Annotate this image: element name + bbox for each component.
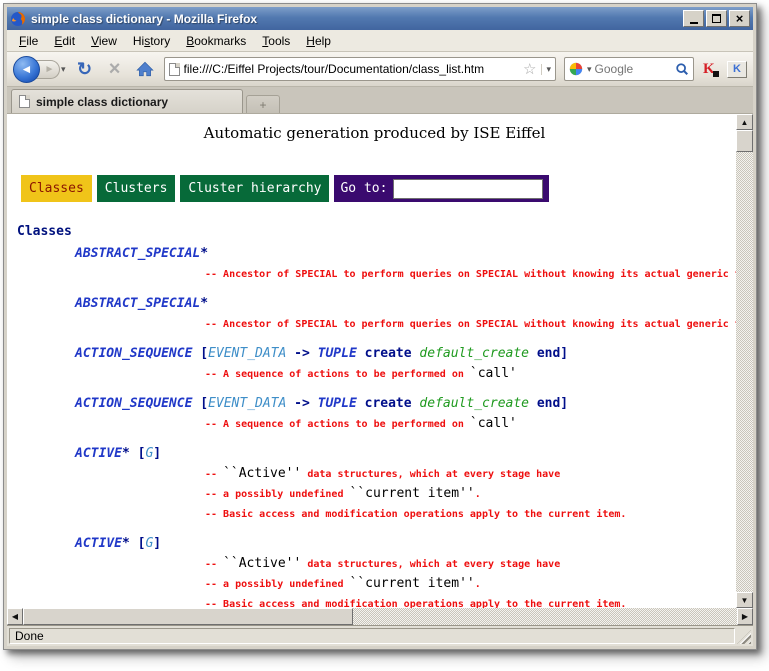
menu-item-history[interactable]: History	[125, 31, 178, 51]
class-comment: -- Ancestor of SPECIAL to perform querie…	[205, 313, 736, 333]
close-button[interactable]: ×	[729, 10, 750, 27]
menu-item-view[interactable]: View	[83, 31, 125, 51]
tab-page-icon	[19, 95, 30, 108]
back-button[interactable]: ◄	[13, 56, 40, 83]
classes-button[interactable]: Classes	[21, 175, 92, 202]
search-box[interactable]: ▾	[564, 57, 694, 81]
class-comment: -- a possibly undefined ``current item''…	[205, 483, 736, 503]
page-nav-row: Classes Clusters Cluster hierarchy Go to…	[21, 175, 549, 202]
vertical-scroll-thumb[interactable]	[736, 130, 753, 152]
minimize-button[interactable]	[683, 10, 704, 27]
goto-box: Go to:	[334, 175, 549, 202]
browser-window: simple class dictionary - Mozilla Firefo…	[3, 3, 757, 650]
back-icon: ◄	[21, 62, 33, 76]
class-entry: ACTION_SEQUENCE [EVENT_DATA -> TUPLE cre…	[13, 395, 736, 433]
class-link[interactable]: ACTIVE* [G]	[75, 445, 736, 463]
cluster-hierarchy-button[interactable]: Cluster hierarchy	[180, 175, 329, 202]
class-entry: ACTION_SEQUENCE [EVENT_DATA -> TUPLE cre…	[13, 345, 736, 383]
section-title-classes: Classes	[17, 224, 736, 239]
goto-label: Go to:	[340, 181, 387, 196]
url-input[interactable]	[184, 62, 519, 76]
status-bar: Done	[7, 625, 753, 646]
k-addon-button[interactable]: K	[727, 61, 747, 78]
history-dropdown-icon[interactable]: ▾	[61, 64, 66, 75]
window-title: simple class dictionary - Mozilla Firefo…	[31, 12, 681, 26]
menu-item-bookmarks[interactable]: Bookmarks	[178, 31, 254, 51]
horizontal-scroll-track[interactable]	[353, 608, 737, 625]
scroll-right-icon[interactable]: ▶	[737, 608, 753, 625]
class-link[interactable]: ABSTRACT_SPECIAL*	[75, 245, 736, 263]
vertical-scrollbar[interactable]: ▲ ▼	[736, 114, 753, 608]
scroll-up-icon[interactable]: ▲	[736, 114, 753, 130]
class-link[interactable]: ABSTRACT_SPECIAL*	[75, 295, 736, 313]
class-comment: -- Ancestor of SPECIAL to perform querie…	[205, 263, 736, 283]
scroll-down-icon[interactable]: ▼	[736, 592, 753, 608]
menu-item-tools[interactable]: Tools	[254, 31, 298, 51]
search-input[interactable]	[595, 62, 672, 76]
menu-item-help[interactable]: Help	[298, 31, 339, 51]
kaspersky-icon[interactable]: K	[702, 61, 719, 77]
vertical-scroll-track[interactable]	[736, 152, 753, 592]
menu-item-edit[interactable]: Edit	[46, 31, 83, 51]
status-text: Done	[15, 629, 44, 643]
tab-simple-class-dictionary[interactable]: simple class dictionary	[11, 89, 243, 113]
resize-grip[interactable]	[737, 630, 751, 644]
tab-bar: simple class dictionary +	[7, 87, 753, 114]
search-engine-dropdown-icon[interactable]: ▾	[587, 64, 592, 75]
class-comment: -- Basic access and modification operati…	[205, 593, 736, 608]
class-link[interactable]: ACTION_SEQUENCE [EVENT_DATA -> TUPLE cre…	[75, 345, 736, 363]
stop-button[interactable]: ×	[104, 57, 126, 81]
class-comment: -- ``Active'' data structures, which at …	[205, 463, 736, 483]
class-entry: ACTIVE* [G]-- ``Active'' data structures…	[13, 445, 736, 523]
page-title: Automatic generation produced by ISE Eif…	[13, 124, 736, 142]
tab-label: simple class dictionary	[36, 95, 168, 109]
class-entry: ACTIVE* [G]-- ``Active'' data structures…	[13, 535, 736, 608]
class-comment: -- A sequence of actions to be performed…	[205, 413, 736, 433]
clusters-button[interactable]: Clusters	[97, 175, 176, 202]
home-icon	[136, 61, 154, 77]
page-icon	[169, 63, 180, 76]
firefox-icon	[10, 11, 26, 27]
google-engine-icon[interactable]	[569, 62, 583, 76]
new-tab-button[interactable]: +	[246, 95, 280, 113]
bookmark-star-icon[interactable]: ☆	[523, 62, 536, 77]
home-button[interactable]	[134, 57, 156, 81]
class-comment: -- Basic access and modification operati…	[205, 503, 736, 523]
reload-button[interactable]: ↻	[74, 57, 96, 81]
title-bar: simple class dictionary - Mozilla Firefo…	[7, 7, 753, 30]
class-comment: -- a possibly undefined ``current item''…	[205, 573, 736, 593]
class-entry: ABSTRACT_SPECIAL*-- Ancestor of SPECIAL …	[13, 295, 736, 333]
document-body: Automatic generation produced by ISE Eif…	[7, 114, 736, 608]
class-comment: -- A sequence of actions to be performed…	[205, 363, 736, 383]
back-forward-cluster: ◄ ► ▾	[13, 56, 66, 83]
horizontal-scroll-thumb[interactable]	[23, 608, 353, 625]
class-comment: -- ``Active'' data structures, which at …	[205, 553, 736, 573]
page-content: Automatic generation produced by ISE Eif…	[7, 114, 753, 625]
search-icon[interactable]	[675, 62, 689, 76]
forward-icon: ►	[45, 64, 55, 75]
menu-item-file[interactable]: File	[11, 31, 46, 51]
class-entries: ABSTRACT_SPECIAL*-- Ancestor of SPECIAL …	[13, 245, 736, 608]
scroll-left-icon[interactable]: ◀	[7, 608, 23, 625]
maximize-button[interactable]	[706, 10, 727, 27]
class-link[interactable]: ACTIVE* [G]	[75, 535, 736, 553]
url-dropdown-icon[interactable]: ▾	[541, 64, 551, 75]
url-bar[interactable]: ☆ ▾	[164, 57, 556, 81]
class-link[interactable]: ACTION_SEQUENCE [EVENT_DATA -> TUPLE cre…	[75, 395, 736, 413]
class-entry: ABSTRACT_SPECIAL*-- Ancestor of SPECIAL …	[13, 245, 736, 283]
goto-input[interactable]	[393, 179, 543, 199]
menu-bar: FileEditViewHistoryBookmarksToolsHelp	[7, 30, 753, 52]
navigation-toolbar: ◄ ► ▾ ↻ × ☆ ▾	[7, 52, 753, 87]
horizontal-scrollbar[interactable]: ◀ ▶	[7, 608, 753, 625]
